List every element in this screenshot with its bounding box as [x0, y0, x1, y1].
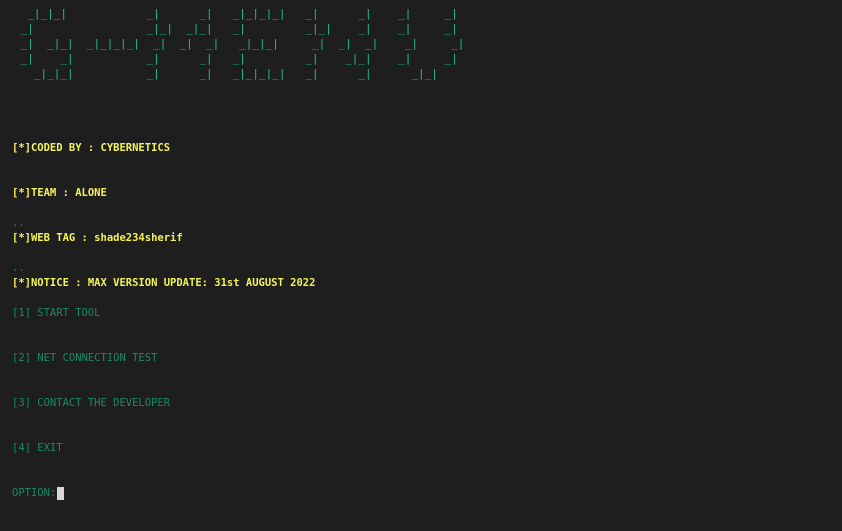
option-prompt[interactable]: OPTION:	[12, 486, 170, 501]
menu-item-exit: [4] EXIT	[12, 442, 63, 454]
separator-line: ..	[12, 217, 25, 229]
text-cursor[interactable]	[57, 487, 65, 500]
terminal-window[interactable]: _|_|_| _| _| _|_|_|_| _| _| _| _| _| _|_…	[0, 0, 842, 500]
menu-block: .. .. [1] START TOOL [2] NET CONNECTION …	[12, 186, 170, 531]
option-prompt-label: OPTION:	[12, 487, 57, 499]
menu-item-start-tool: [1] START TOOL	[12, 307, 101, 319]
separator-line: ..	[12, 262, 25, 274]
menu-item-contact-developer: [3] CONTACT THE DEVELOPER	[12, 397, 171, 409]
menu-item-net-connection-test: [2] NET CONNECTION TEST	[12, 352, 158, 364]
coded-by-line: [*]CODED BY : CYBERNETICS	[12, 142, 171, 154]
ascii-banner: _|_|_| _| _| _|_|_|_| _| _| _| _| _| _|_…	[20, 7, 465, 80]
